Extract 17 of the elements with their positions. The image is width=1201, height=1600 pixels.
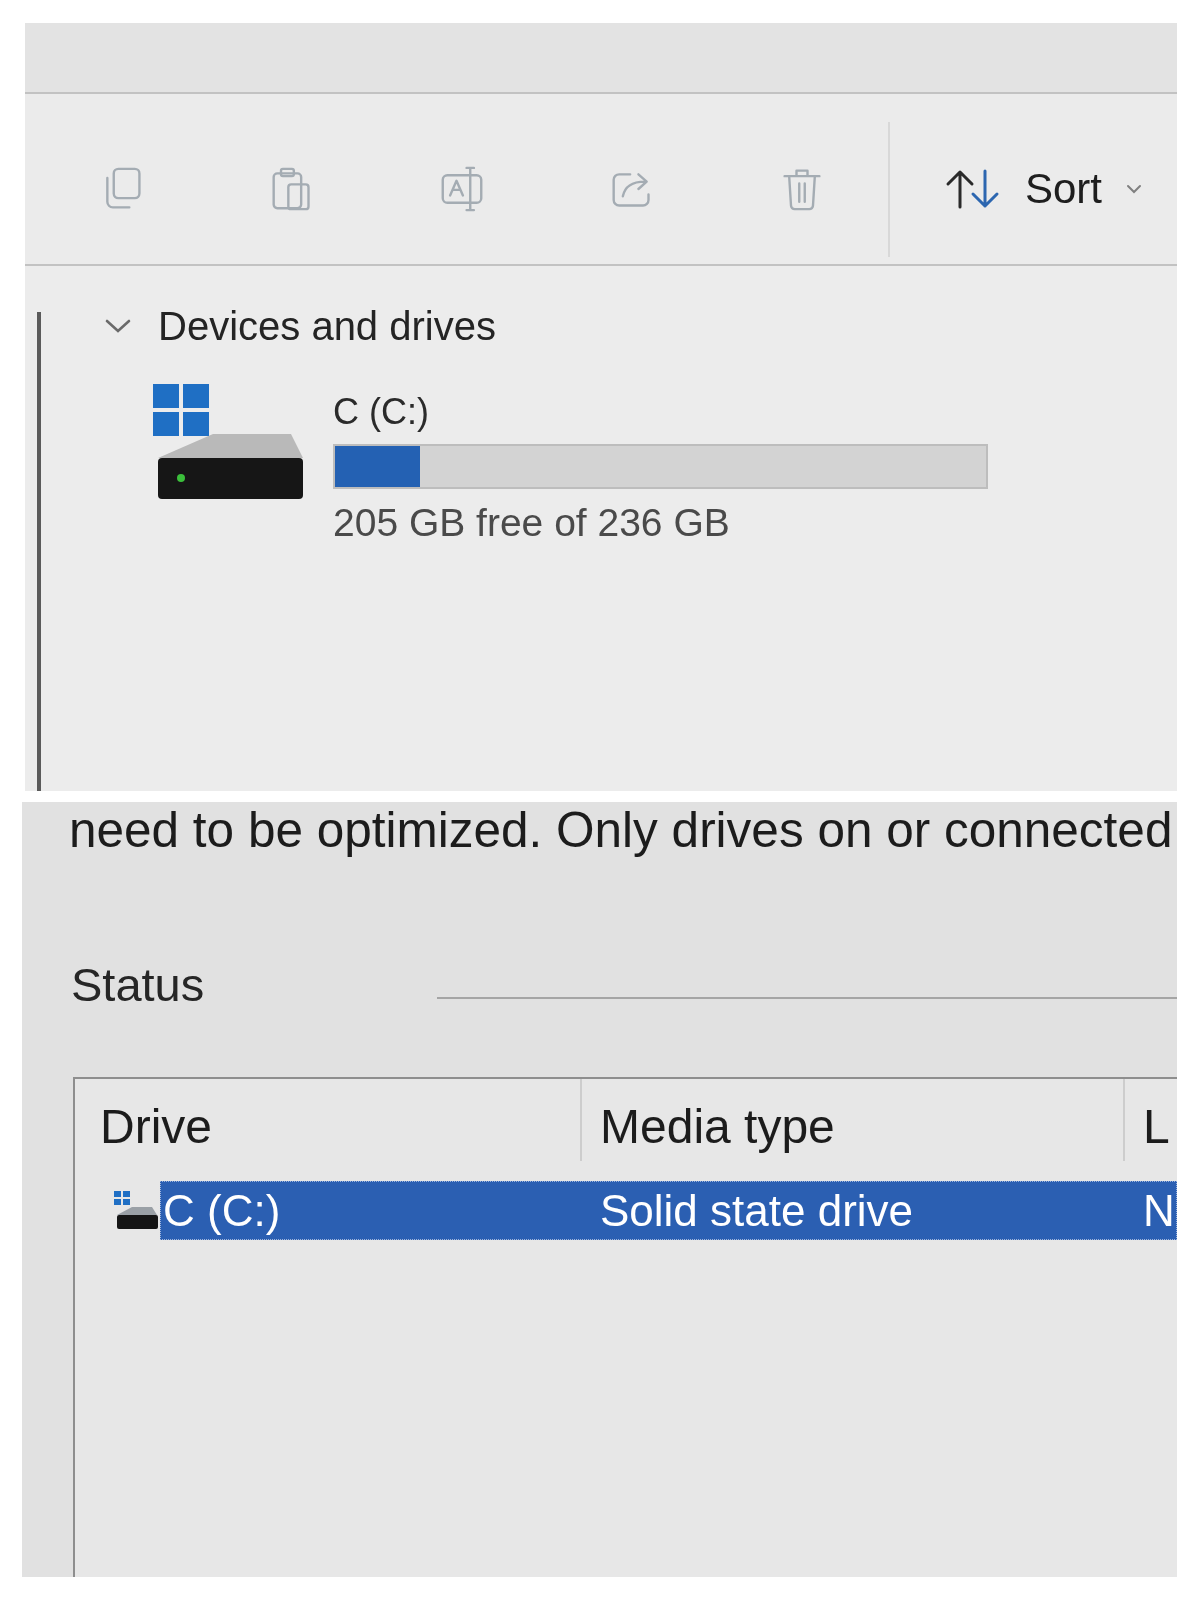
free-space-text: 205 GB free of 236 GB [333, 501, 731, 545]
column-header[interactable]: Drive [75, 1079, 580, 1161]
group-title: Status [71, 960, 205, 1010]
table-cell-text: Solid state drive [599, 1185, 915, 1237]
description-text: need to be optimized. Only drives on or connected [68, 802, 1174, 858]
drive-icon [114, 1190, 158, 1231]
column-header[interactable]: L [1123, 1079, 1177, 1161]
chevron-down-icon [1126, 184, 1143, 194]
column-header[interactable]: Media type [580, 1079, 1123, 1161]
table-cell-text: N [1142, 1185, 1175, 1237]
sort-button[interactable]: Sort [945, 168, 1143, 210]
drive-label: C (C:) [333, 392, 430, 432]
section-header[interactable]: Devices and drives [105, 304, 496, 348]
table-row[interactable]: C (C:) Solid state drive N [160, 1181, 1177, 1240]
table-cell-text: C (C:) [162, 1185, 282, 1237]
sort-icon [945, 169, 1001, 209]
drive-icon [153, 384, 306, 501]
